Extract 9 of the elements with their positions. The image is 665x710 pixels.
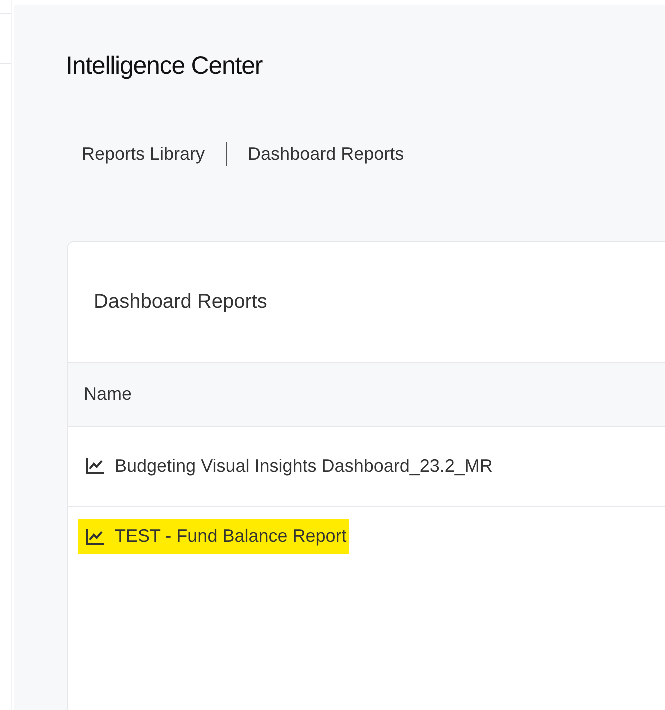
report-link[interactable]: TEST - Fund Balance Report (78, 519, 349, 554)
column-header: Name (84, 382, 132, 406)
report-link[interactable]: Budgeting Visual Insights Dashboard_23.2_MR (85, 448, 495, 484)
breadcrumb-link[interactable]: Reports Library (82, 140, 206, 168)
line-chart-icon (85, 457, 105, 475)
card-title: Dashboard Reports (94, 290, 268, 314)
page-title: Intelligence Center (66, 51, 263, 82)
line-chart-icon (85, 528, 105, 546)
breadcrumb-link[interactable]: Dashboard Reports (248, 140, 404, 168)
